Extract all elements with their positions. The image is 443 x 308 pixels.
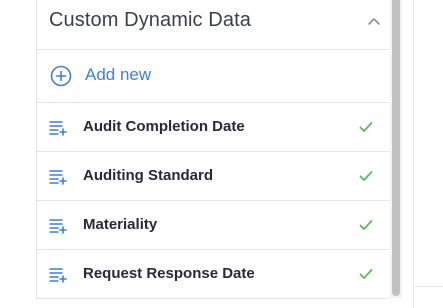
add-new-button[interactable]: Add new	[37, 50, 390, 103]
list-item-request-response-date[interactable]: Request Response Date	[37, 250, 390, 298]
plus-circle-icon	[50, 65, 72, 87]
scrollbar-thumb[interactable]	[392, 0, 400, 296]
list-item-label: Request Response Date	[83, 265, 255, 282]
list-item-audit-completion-date[interactable]: Audit Completion Date	[37, 103, 390, 152]
list-item-label: Audit Completion Date	[83, 118, 245, 135]
panel-title: Custom Dynamic Data	[49, 9, 251, 31]
check-icon	[359, 269, 373, 279]
list-add-icon	[49, 170, 67, 185]
dynamic-data-list: Audit Completion Date Auditing Standard	[37, 103, 390, 298]
page: Custom Dynamic Data Add new Audit Comple…	[0, 0, 443, 308]
list-add-icon	[49, 268, 67, 283]
list-item-label: Auditing Standard	[83, 167, 213, 184]
add-new-label: Add new	[85, 65, 152, 84]
list-item-label: Materiality	[83, 216, 158, 233]
check-icon	[359, 171, 373, 181]
adjacent-panel	[413, 0, 443, 308]
adjacent-panel-divider	[413, 286, 443, 287]
check-icon	[359, 122, 373, 132]
list-item-auditing-standard[interactable]: Auditing Standard	[37, 152, 390, 201]
chevron-up-icon[interactable]	[366, 14, 382, 30]
list-add-icon	[49, 121, 67, 136]
custom-dynamic-data-panel: Custom Dynamic Data Add new Audit Comple…	[36, 0, 390, 299]
panel-header: Custom Dynamic Data	[37, 0, 390, 50]
list-item-materiality[interactable]: Materiality	[37, 201, 390, 250]
list-add-icon	[49, 219, 67, 234]
check-icon	[359, 220, 373, 230]
